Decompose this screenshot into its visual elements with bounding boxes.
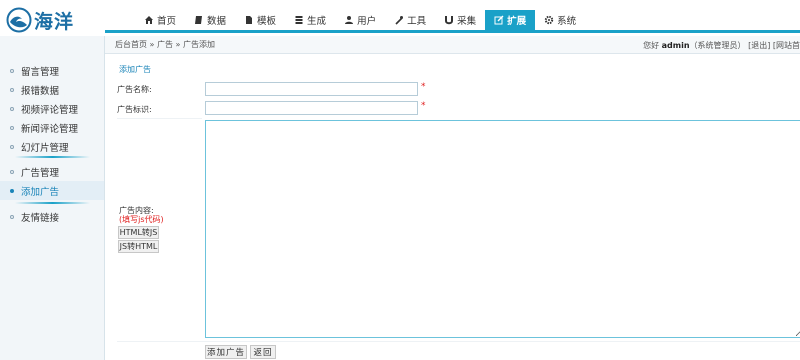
sidebar-item-label: 友情链接 xyxy=(21,212,60,224)
ad-content-textarea[interactable] xyxy=(205,120,800,338)
ad-name-required-mark: * xyxy=(421,82,426,92)
nav-item-gear[interactable]: 系统 xyxy=(535,10,585,30)
logo: 海洋 xyxy=(6,7,75,33)
nav-item-label: 生成 xyxy=(307,16,327,27)
nav-item-label: 系统 xyxy=(557,16,577,27)
back-button[interactable]: 返回 xyxy=(250,345,276,359)
nav-item-server[interactable]: 生成 xyxy=(285,10,335,30)
nav-item-label: 用户 xyxy=(357,16,377,27)
sidebar-item-label: 广告管理 xyxy=(21,167,60,179)
nav-item-label: 首页 xyxy=(157,16,177,27)
form-title: 添加广告 xyxy=(119,65,151,74)
admin-app: 海洋 首页 数据 模板 生成 用户 工具 采集 扩展 系统 后台首页 » 广告 » 广告添加 您… xyxy=(0,0,800,360)
bullet-icon xyxy=(10,87,14,92)
site-home-link[interactable]: [网站首 xyxy=(773,40,800,51)
ad-name-label: 广告名称: xyxy=(117,85,152,94)
sidebar-item-label: 视频评论管理 xyxy=(21,104,79,116)
row-divider xyxy=(117,341,800,342)
user-role: （系统管理员） xyxy=(689,40,746,50)
main-nav: 首页 数据 模板 生成 用户 工具 采集 扩展 系统 xyxy=(135,10,585,30)
bullet-icon xyxy=(10,68,14,73)
sidebar-item[interactable]: 友情链接 xyxy=(0,207,104,226)
sidebar-divider xyxy=(15,156,90,158)
bullet-icon xyxy=(10,144,14,149)
ad-id-required-mark: * xyxy=(421,101,426,111)
wave-logo-icon xyxy=(6,7,32,33)
edit-icon xyxy=(494,15,507,25)
nav-item-label: 扩展 xyxy=(507,16,527,27)
nav-item-label: 采集 xyxy=(457,16,477,27)
nav-item-label: 数据 xyxy=(207,16,227,27)
bullet-icon xyxy=(10,188,14,193)
nav-item-label: 工具 xyxy=(407,16,427,27)
nav-item-magnet[interactable]: 采集 xyxy=(435,10,485,30)
nav-item-wrench[interactable]: 工具 xyxy=(385,10,435,30)
sidebar-item[interactable]: 留言管理 xyxy=(0,61,104,80)
sidebar-item-label: 新闻评论管理 xyxy=(21,123,79,135)
nav-item-file[interactable]: 模板 xyxy=(235,10,285,30)
nav-item-label: 模板 xyxy=(257,16,277,27)
add-ad-button[interactable]: 添加广告 xyxy=(205,345,247,359)
greeting-text: 您好 xyxy=(643,40,660,50)
sidebar-item[interactable]: 广告管理 xyxy=(0,162,104,181)
magnet-icon xyxy=(444,15,457,25)
server-icon xyxy=(294,15,307,25)
sidebar: 留言管理报错数据视频评论管理 新闻评论管理 幻灯片管理广告管理添加广告友情链接 xyxy=(0,36,105,360)
nav-item-home[interactable]: 首页 xyxy=(135,10,185,30)
bullet-icon xyxy=(10,125,14,130)
file-icon xyxy=(244,15,257,25)
ad-content-hint: (填写js代码) xyxy=(119,215,164,224)
logo-text: 海洋 xyxy=(34,10,75,33)
html-to-js-button[interactable]: HTML转JS xyxy=(118,226,159,239)
breadcrumb-bar: 后台首页 » 广告 » 广告添加 您好 admin （系统管理员） [退出] [网… xyxy=(105,36,800,54)
home-icon xyxy=(144,15,157,25)
nav-item-edit[interactable]: 扩展 xyxy=(485,10,536,30)
top-header: 海洋 首页 数据 模板 生成 用户 工具 采集 扩展 系统 xyxy=(0,0,800,36)
ad-id-input[interactable] xyxy=(205,101,418,115)
user-icon xyxy=(344,15,357,25)
gear-icon xyxy=(544,15,557,25)
breadcrumb: 后台首页 » 广告 » 广告添加 xyxy=(115,40,215,49)
sidebar-item-label: 添加广告 xyxy=(21,186,60,198)
sidebar-divider xyxy=(15,202,90,204)
bullet-icon xyxy=(10,214,14,219)
user-info: 您好 admin （系统管理员） [退出] [网站首 xyxy=(643,36,800,54)
nav-underline xyxy=(105,30,800,33)
logout-link[interactable]: [退出] xyxy=(748,40,770,51)
ad-name-input[interactable] xyxy=(205,82,418,96)
sidebar-item[interactable]: 幻灯片管理 xyxy=(0,137,104,156)
js-to-html-button[interactable]: JS转HTML xyxy=(118,240,159,253)
sidebar-item-label: 留言管理 xyxy=(21,66,60,78)
nav-item-book[interactable]: 数据 xyxy=(185,10,235,30)
sidebar-item-label: 幻灯片管理 xyxy=(21,142,69,154)
sidebar-item[interactable]: 新闻评论管理 xyxy=(0,118,104,137)
wrench-icon xyxy=(394,15,407,25)
nav-item-user[interactable]: 用户 xyxy=(335,10,385,30)
sidebar-item[interactable]: 视频评论管理 xyxy=(0,99,104,118)
sidebar-item[interactable]: 添加广告 xyxy=(0,181,104,200)
book-icon xyxy=(194,15,207,25)
bullet-icon xyxy=(10,169,14,174)
sidebar-item[interactable]: 报错数据 xyxy=(0,80,104,99)
sidebar-item-label: 报错数据 xyxy=(21,85,60,97)
user-name: admin xyxy=(661,40,690,50)
bullet-icon xyxy=(10,106,14,111)
row-divider xyxy=(117,118,202,119)
ad-id-label: 广告标识: xyxy=(117,105,152,114)
